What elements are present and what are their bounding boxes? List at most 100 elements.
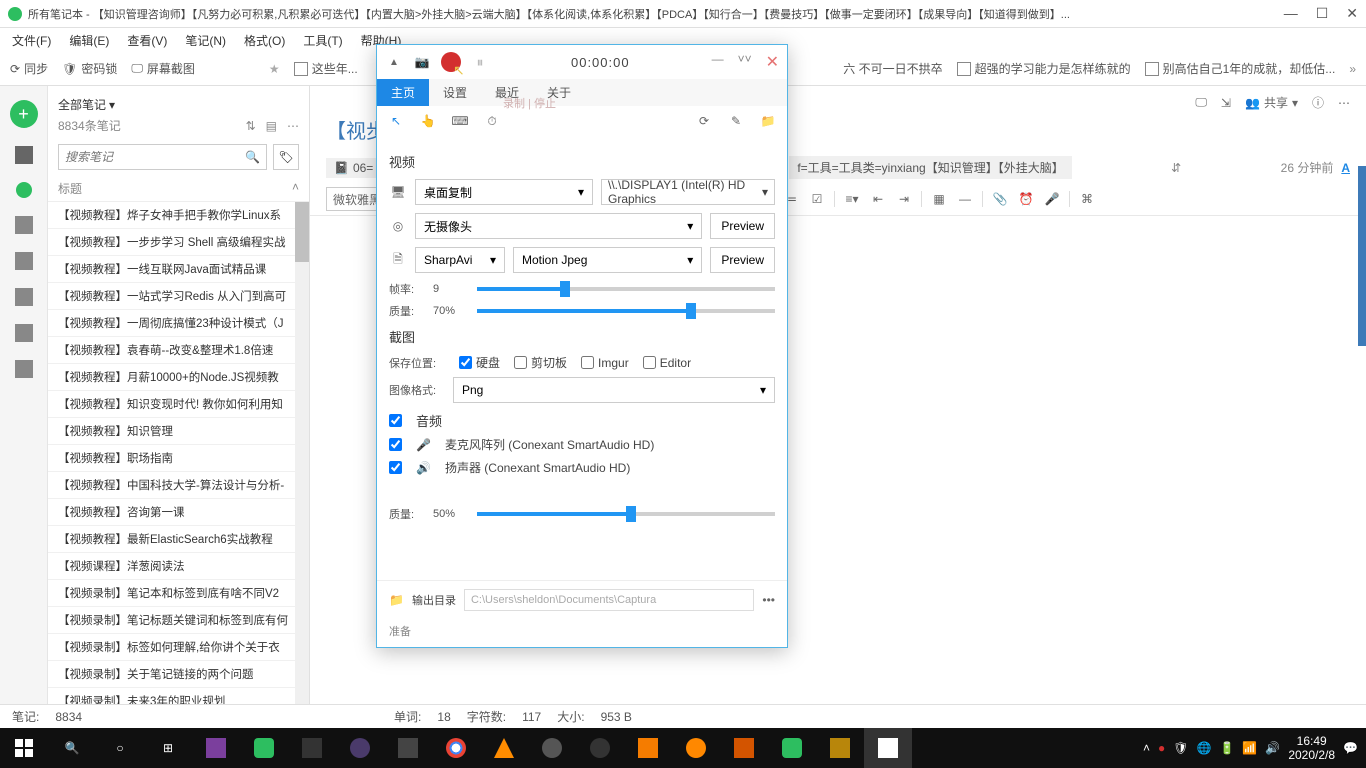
list-item[interactable]: 【视频课程】洋葱阅读法 — [48, 553, 309, 580]
captura-refresh-icon[interactable]: ⟳ — [695, 112, 713, 130]
list-item[interactable]: 【视频教程】最新ElasticSearch6实战教程 — [48, 526, 309, 553]
toolbar-chevron-icon[interactable]: » — [1349, 62, 1356, 76]
filter-tag-button[interactable]: 🏷 — [273, 144, 299, 170]
tag-expand-icon[interactable]: ⇵ — [1171, 161, 1181, 175]
codec-select[interactable]: Motion Jpeg▾ — [513, 247, 702, 273]
minimize-button[interactable]: — — [1284, 5, 1298, 22]
output-more-button[interactable]: ••• — [762, 593, 775, 607]
list-item[interactable]: 【视频教程】知识变现时代! 教你如何利用知 — [48, 391, 309, 418]
taskbar-app-6[interactable] — [528, 728, 576, 768]
list-item[interactable]: 【视频教程】中国科技大学-算法设计与分析- — [48, 472, 309, 499]
align-icon[interactable]: ≡▾ — [843, 190, 861, 208]
list-scrollbar[interactable] — [295, 202, 309, 704]
taskbar-taskview-icon[interactable]: ⊞ — [144, 728, 192, 768]
taskbar-app-9[interactable] — [672, 728, 720, 768]
captura-folder-icon[interactable]: 📁 — [759, 112, 777, 130]
info-icon[interactable]: ⓘ — [1312, 94, 1324, 111]
captura-keyboard-icon[interactable]: ⌨ — [451, 112, 469, 130]
list-item[interactable]: 【视频教程】袁春萌--改变&整理术1.8倍速 — [48, 337, 309, 364]
menu-file[interactable]: 文件(F) — [12, 32, 51, 49]
hr-icon[interactable]: — — [956, 190, 974, 208]
tray-battery-icon[interactable]: 🔋 — [1219, 741, 1234, 755]
new-note-button[interactable]: + — [10, 100, 38, 128]
captura-close-button[interactable]: ✕ — [766, 52, 779, 72]
font-color-icon[interactable]: A — [1341, 161, 1350, 175]
present-icon[interactable]: 🖵 — [1195, 95, 1207, 110]
shortcut-1[interactable]: 这些年... — [294, 60, 358, 77]
list-item[interactable]: 【视频录制】未来3年的职业规划 — [48, 688, 309, 704]
lock-button[interactable]: 🛡密码锁 — [62, 60, 117, 77]
view-options-icon[interactable]: ⋯ — [287, 119, 299, 133]
list-item[interactable]: 【视频教程】烨子女神手把手教你学Linux系 — [48, 202, 309, 229]
taskbar-search-icon[interactable]: 🔍 — [48, 728, 96, 768]
tray-rec-icon[interactable]: ● — [1158, 741, 1165, 755]
share-network-icon[interactable]: ⇲ — [1221, 96, 1231, 110]
indent-icon[interactable]: ⇥ — [895, 190, 913, 208]
captura-pause-button[interactable]: ⏸ — [471, 53, 489, 71]
remind-icon[interactable]: ⏰ — [1017, 190, 1035, 208]
menu-format[interactable]: 格式(O) — [244, 32, 285, 49]
list-column-title[interactable]: 标题 — [58, 180, 82, 197]
editor-checkbox[interactable]: Editor — [643, 356, 691, 370]
source-select[interactable]: 桌面复制▾ — [415, 179, 593, 205]
list-item[interactable]: 【视频录制】笔记本和标签到底有啥不同V2 — [48, 580, 309, 607]
view-list-icon[interactable]: ▤ — [266, 119, 277, 133]
rail-check-icon[interactable] — [16, 182, 32, 198]
start-button[interactable] — [0, 728, 48, 768]
tray-volume-icon[interactable]: 🔊 — [1265, 741, 1280, 755]
captura-pointer-icon[interactable]: ↖ — [387, 112, 405, 130]
taskbar-captura-icon[interactable] — [864, 728, 912, 768]
tray-clock[interactable]: 16:49 2020/2/8 — [1288, 734, 1335, 763]
rail-trash-icon[interactable] — [15, 360, 33, 378]
camera-preview-button[interactable]: Preview — [710, 213, 775, 239]
list-item[interactable]: 【视频教程】咨询第一课 — [48, 499, 309, 526]
framerate-slider[interactable] — [477, 287, 775, 291]
captura-collapse-button[interactable]: ˅˅ — [738, 52, 752, 72]
crumb-notebook[interactable]: 📓06= — [326, 158, 381, 178]
taskbar-chrome-icon[interactable] — [432, 728, 480, 768]
list-item[interactable]: 【视频录制】笔记标题关键词和标签到底有何 — [48, 607, 309, 634]
taskbar-app-4[interactable] — [336, 728, 384, 768]
taskbar-app-8[interactable] — [624, 728, 672, 768]
disk-checkbox[interactable]: 硬盘 — [459, 354, 500, 371]
tray-shield-icon[interactable]: 🛡 — [1173, 741, 1188, 755]
mic-checkbox[interactable] — [389, 438, 402, 451]
captura-minimize-button[interactable]: — — [712, 52, 724, 72]
tray-notifications-icon[interactable]: 💬 — [1343, 741, 1358, 755]
list-item[interactable]: 【视频教程】一周彻底搞懂23种设计模式（J — [48, 310, 309, 337]
clipboard-checkbox[interactable]: 剪切板 — [514, 354, 567, 371]
captura-tab-home[interactable]: 主页 — [377, 79, 429, 106]
more-icon[interactable]: ⋯ — [1338, 96, 1350, 110]
menu-tools[interactable]: 工具(T) — [303, 32, 342, 49]
list-item[interactable]: 【视频教程】一线互联网Java面试精品课 — [48, 256, 309, 283]
taskbar-app-5[interactable] — [384, 728, 432, 768]
captura-camera-icon[interactable]: 📷 — [413, 53, 431, 71]
rail-notebook-icon[interactable] — [15, 216, 33, 234]
list-item[interactable]: 【视频教程】一站式学习Redis 从入门到高可 — [48, 283, 309, 310]
audio-icon[interactable]: 🎤 — [1043, 190, 1061, 208]
tray-network-icon[interactable]: 🌐 — [1197, 741, 1212, 755]
close-button[interactable]: ✕ — [1346, 5, 1358, 22]
list-item[interactable]: 【视频录制】标签如何理解,给你讲个关于衣 — [48, 634, 309, 661]
list-item[interactable]: 【视频教程】知识管理 — [48, 418, 309, 445]
list-col-chevron-icon[interactable]: ˄ — [292, 180, 299, 197]
rail-share-icon[interactable] — [15, 288, 33, 306]
audio-section-checkbox[interactable] — [389, 414, 402, 427]
taskbar-app-3[interactable] — [288, 728, 336, 768]
imgfmt-select[interactable]: Png▾ — [453, 377, 775, 403]
rail-tag-icon[interactable] — [15, 252, 33, 270]
taskbar-wechat-icon[interactable] — [768, 728, 816, 768]
speaker-checkbox[interactable] — [389, 461, 402, 474]
list-item[interactable]: 【视频录制】关于笔记链接的两个问题 — [48, 661, 309, 688]
captura-tab-settings[interactable]: 设置 — [429, 79, 481, 106]
notelist-title[interactable]: 全部笔记▾ — [58, 96, 299, 113]
taskbar-app-2[interactable] — [240, 728, 288, 768]
screenshot-button[interactable]: 🖵屏幕截图 — [131, 60, 195, 77]
audio-quality-slider[interactable] — [477, 512, 775, 516]
maximize-button[interactable]: ☐ — [1316, 5, 1329, 22]
taskbar-app-11[interactable] — [816, 728, 864, 768]
list-item[interactable]: 【视频教程】月薪10000+的Node.JS视频教 — [48, 364, 309, 391]
captura-expand-icon[interactable]: ▲ — [385, 53, 403, 71]
captura-timer-icon[interactable]: ⏱ — [483, 112, 501, 130]
captura-brush-icon[interactable]: ✎ — [727, 112, 745, 130]
